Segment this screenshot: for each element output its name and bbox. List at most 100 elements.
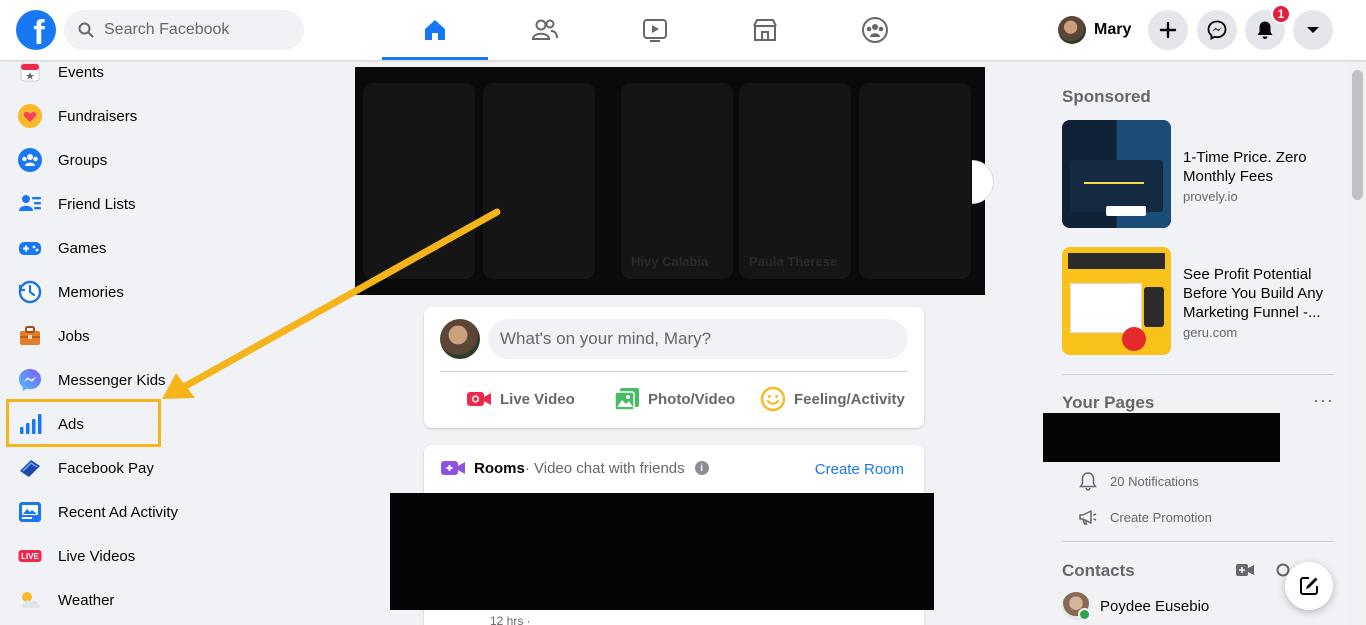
- divider: [1062, 541, 1334, 542]
- sidebar-item-fundraisers[interactable]: Fundraisers: [8, 94, 348, 138]
- tab-friends[interactable]: [490, 0, 600, 60]
- tab-groups[interactable]: [820, 0, 930, 60]
- avatar: [440, 319, 480, 359]
- story-card[interactable]: [483, 83, 595, 279]
- pay-icon: [16, 454, 44, 482]
- feeling-activity-button[interactable]: Feeling/Activity: [760, 383, 905, 415]
- rooms-header: Rooms · Video chat with friends i: [440, 459, 709, 477]
- top-navigation-bar: f Search Facebook Mary 1: [0, 0, 1366, 60]
- create-room-link[interactable]: Create Room: [815, 461, 904, 478]
- groups-tab-icon: [862, 17, 888, 43]
- sidebar-item-label: Friend Lists: [58, 195, 136, 213]
- notifications-button[interactable]: 1: [1245, 4, 1291, 50]
- live-video-button[interactable]: Live Video: [466, 383, 575, 415]
- avatar: [1058, 16, 1086, 44]
- ad-text: See Profit Potential Before You Build An…: [1183, 247, 1342, 355]
- messenger-icon: [1207, 20, 1227, 40]
- sidebar-item-label: Fundraisers: [58, 107, 138, 125]
- sidebar-item-weather[interactable]: Weather: [8, 578, 348, 622]
- sidebar-item-label: Weather: [58, 591, 115, 609]
- photo-video-button[interactable]: Photo/Video: [614, 383, 735, 415]
- ad-activity-icon: [16, 498, 44, 526]
- your-pages-heading: Your Pages: [1062, 393, 1155, 412]
- messenger-kids-icon: [16, 366, 44, 394]
- sidebar-item-memories[interactable]: Memories: [8, 270, 348, 314]
- ad-thumbnail: [1062, 120, 1171, 228]
- sidebar-item-recent-ad-activity[interactable]: Recent Ad Activity: [8, 490, 348, 534]
- stories-next-button[interactable]: [972, 160, 994, 204]
- scrollbar[interactable]: [1349, 60, 1366, 625]
- bell-icon: [1257, 21, 1273, 39]
- search-icon: [76, 20, 96, 40]
- divider: [440, 371, 908, 372]
- scrollbar-thumb[interactable]: [1352, 70, 1363, 200]
- sidebar-item-groups[interactable]: Groups: [8, 138, 348, 182]
- sidebar-item-games[interactable]: Games: [8, 226, 348, 270]
- divider: [1062, 374, 1334, 375]
- messenger-button[interactable]: [1197, 10, 1237, 50]
- redacted-page-name[interactable]: [1043, 413, 1280, 462]
- new-message-button[interactable]: [1285, 562, 1333, 610]
- post-composer: What's on your mind, Mary? Live Video Ph…: [424, 307, 924, 428]
- smiley-icon: [760, 386, 786, 412]
- sponsored-ad[interactable]: See Profit Potential Before You Build An…: [1062, 247, 1342, 355]
- whats-on-your-mind-input[interactable]: What's on your mind, Mary?: [488, 319, 908, 359]
- search-input[interactable]: Search Facebook: [64, 10, 304, 50]
- avatar: [1062, 592, 1091, 621]
- account-menu-button[interactable]: [1293, 10, 1333, 50]
- create-button[interactable]: [1148, 10, 1188, 50]
- marketplace-icon: [753, 19, 777, 41]
- sidebar-item-live-videos[interactable]: LIVE Live Videos: [8, 534, 348, 578]
- notification-badge: 1: [1271, 4, 1291, 24]
- profile-shortcut[interactable]: Mary: [1058, 14, 1131, 46]
- sidebar-item-jobs[interactable]: Jobs: [8, 314, 348, 358]
- story-card[interactable]: [363, 83, 475, 279]
- sidebar-item-friend-lists[interactable]: Friend Lists: [8, 182, 348, 226]
- groups-icon: [16, 146, 44, 174]
- weather-icon: [16, 586, 44, 614]
- tab-watch[interactable]: [600, 0, 710, 60]
- live-video-icon: [467, 392, 491, 406]
- tab-marketplace[interactable]: [710, 0, 820, 60]
- profile-name: Mary: [1094, 21, 1132, 38]
- bell-outline-icon: [1079, 472, 1097, 491]
- ad-title: See Profit Potential Before You Build An…: [1183, 266, 1324, 321]
- ad-title: 1-Time Price. Zero Monthly Fees: [1183, 149, 1307, 185]
- contact-item[interactable]: Poydee Eusebio: [1062, 592, 1210, 621]
- create-promotion-link[interactable]: Create Promotion: [1078, 506, 1212, 528]
- home-icon: [425, 20, 445, 40]
- gamepad-icon: [16, 234, 44, 262]
- clock-icon: [16, 278, 44, 306]
- sidebar-item-label: Messenger Kids: [58, 371, 166, 389]
- ad-domain: geru.com: [1183, 325, 1238, 340]
- friend-lists-icon: [16, 190, 44, 218]
- sidebar-item-messenger-kids[interactable]: Messenger Kids: [8, 358, 348, 402]
- contact-name: Poydee Eusebio: [1100, 597, 1210, 615]
- sidebar-item-label: Groups: [58, 151, 108, 169]
- sidebar-item-facebook-pay[interactable]: Facebook Pay: [8, 446, 348, 490]
- watch-icon: [643, 19, 667, 42]
- facebook-logo-icon[interactable]: f: [16, 10, 56, 50]
- story-card[interactable]: [859, 83, 971, 279]
- ad-domain: provely.io: [1183, 189, 1238, 204]
- story-card[interactable]: Paula Therese: [739, 83, 851, 279]
- tab-home[interactable]: [380, 0, 490, 60]
- sponsored-ad[interactable]: 1-Time Price. Zero Monthly Fees provely.…: [1062, 120, 1342, 228]
- sidebar-item-label: Recent Ad Activity: [58, 503, 179, 521]
- svg-text:LIVE: LIVE: [21, 552, 39, 561]
- stories-tray: Hivy Calabia Paula Therese: [355, 67, 985, 295]
- plus-icon: [1159, 21, 1177, 39]
- more-options-icon[interactable]: ···: [1313, 390, 1334, 411]
- sidebar-item-label: Games: [58, 239, 107, 257]
- story-card[interactable]: Hivy Calabia: [621, 83, 733, 279]
- sidebar-item-label: Jobs: [58, 327, 90, 345]
- new-room-icon[interactable]: [1236, 563, 1254, 582]
- info-icon[interactable]: i: [694, 461, 709, 475]
- sidebar-item-label: Events: [58, 63, 104, 81]
- calendar-icon: [16, 58, 44, 86]
- compose-icon: [1300, 577, 1318, 595]
- rooms-title: Rooms: [474, 459, 525, 477]
- live-icon: LIVE: [16, 542, 44, 570]
- heart-icon: [16, 102, 44, 130]
- page-notifications-link[interactable]: 20 Notifications: [1078, 470, 1199, 492]
